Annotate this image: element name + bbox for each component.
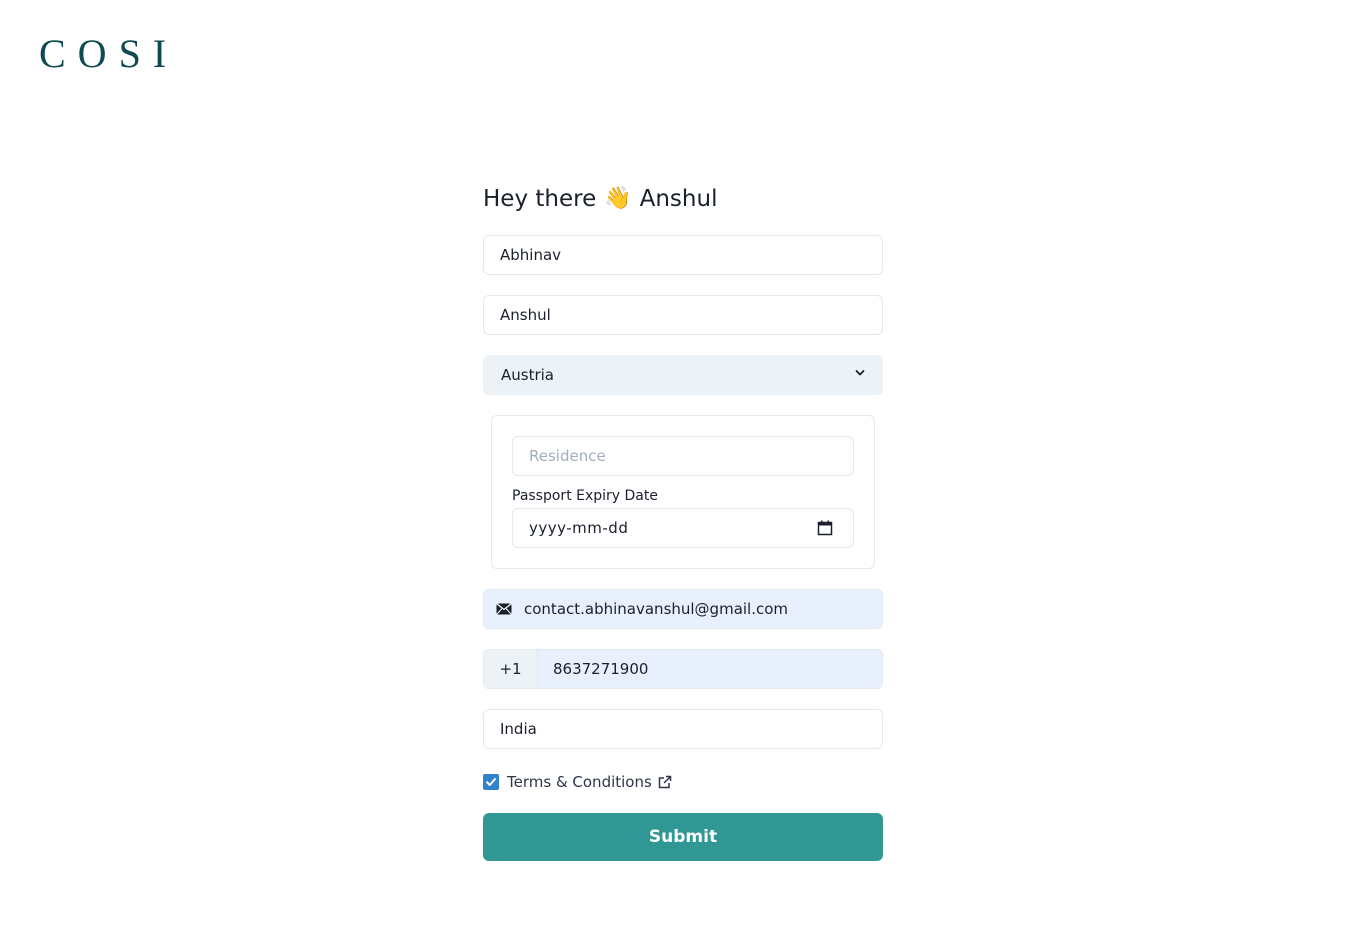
external-link-icon[interactable]: [658, 775, 672, 789]
email-value: contact.abhinavanshul@gmail.com: [524, 600, 789, 618]
waving-hand-emoji: 👋: [604, 186, 632, 211]
residence-input[interactable]: [512, 436, 854, 476]
profile-form: Hey there 👋 Anshul Austria Passport Expi…: [483, 180, 883, 861]
phone-country-code: +1: [484, 650, 538, 688]
greeting-prefix: Hey there: [483, 186, 597, 212]
terms-checkbox[interactable]: [483, 774, 499, 790]
phone-number-input[interactable]: 8637271900: [538, 650, 882, 688]
email-field[interactable]: contact.abhinavanshul@gmail.com: [483, 589, 883, 629]
terms-link[interactable]: Terms & Conditions: [507, 773, 652, 791]
brand-logo: COSI: [39, 31, 179, 76]
nationality-input[interactable]: [483, 709, 883, 749]
mail-icon: [484, 603, 524, 615]
greeting-heading: Hey there 👋 Anshul: [483, 180, 883, 218]
passport-expiry-date-input[interactable]: yyyy-mm-dd: [512, 508, 854, 548]
chevron-down-icon: [855, 370, 865, 376]
first-name-input[interactable]: [483, 235, 883, 275]
greeting-name: Anshul: [639, 186, 718, 212]
country-select[interactable]: Austria: [483, 355, 883, 395]
country-select-value: Austria: [501, 366, 554, 384]
last-name-input[interactable]: [483, 295, 883, 335]
passport-expiry-label: Passport Expiry Date: [512, 488, 658, 504]
calendar-icon[interactable]: [817, 520, 833, 536]
residence-details-group: Passport Expiry Date yyyy-mm-dd: [491, 415, 875, 569]
phone-field: +1 8637271900: [483, 649, 883, 689]
check-icon: [486, 778, 496, 786]
submit-button[interactable]: Submit: [483, 813, 883, 861]
date-placeholder: yyyy-mm-dd: [529, 519, 629, 537]
terms-row: Terms & Conditions: [483, 773, 883, 791]
